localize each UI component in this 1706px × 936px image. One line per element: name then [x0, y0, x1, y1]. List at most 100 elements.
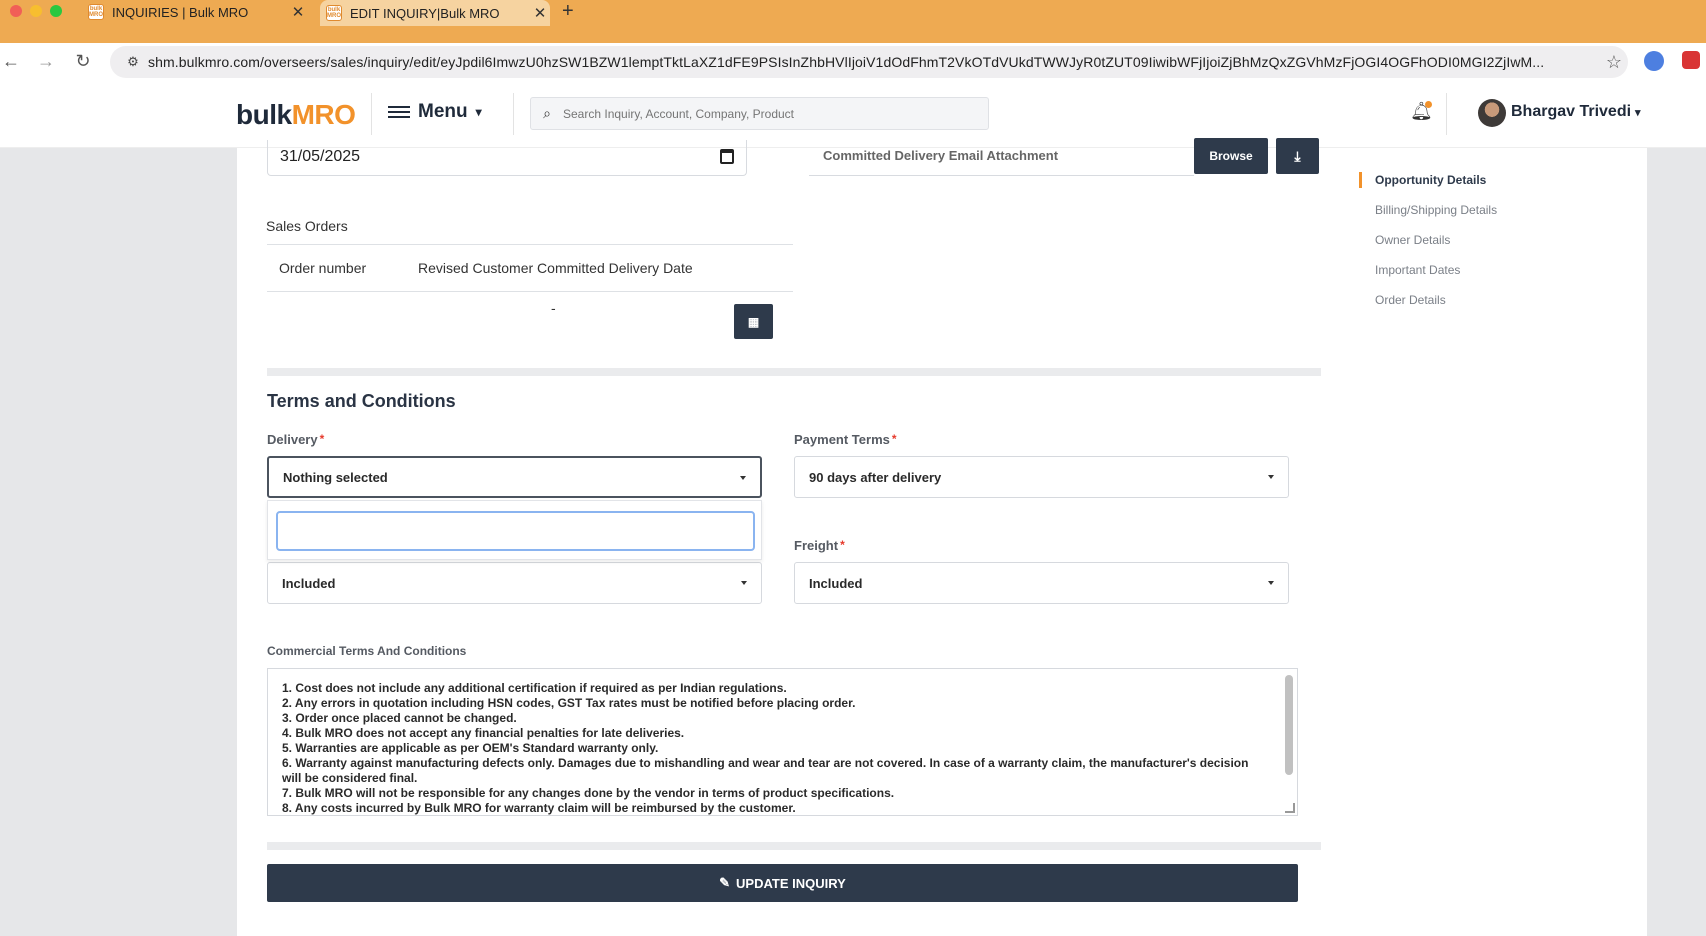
bulkmro-logo[interactable]: bulkMRO [236, 99, 356, 131]
logo-bulk-text: bulk [236, 99, 292, 130]
delivery-select[interactable]: Nothing selected [267, 456, 762, 498]
term-line: 3. Order once placed cannot be changed. [282, 711, 517, 725]
search-icon: ⌕ [543, 105, 551, 121]
inquiry-form-card: 31/05/2025 Committed Delivery Email Atta… [237, 138, 1647, 936]
logo-mro-text: MRO [291, 99, 356, 130]
date-value: 31/05/2025 [280, 148, 361, 165]
required-asterisk: * [891, 432, 897, 446]
term-line: 5. Warranties are applicable as per OEM'… [282, 741, 659, 755]
browser-nav-bar: ← → ↻ ⚙ shm.bulkmro.com/overseers/sales/… [0, 43, 1706, 79]
header-divider [513, 93, 514, 135]
avatar[interactable] [1478, 99, 1506, 127]
section-side-nav: Opportunity Details Billing/Shipping Det… [1359, 172, 1559, 322]
attachment-file-input[interactable]: Committed Delivery Email Attachment [809, 140, 1194, 176]
site-settings-icon[interactable]: ⚙ [118, 54, 148, 70]
download-button[interactable]: ⤓ [1276, 138, 1319, 174]
included-select[interactable]: Included [267, 562, 762, 604]
calendar-button[interactable]: ▦ [734, 304, 773, 339]
chevron-down-icon: ▾ [1635, 106, 1641, 119]
delivery-select-value: Nothing selected [283, 469, 388, 485]
update-inquiry-label: UPDATE INQUIRY [736, 875, 846, 891]
browser-tab-bar: bulk MRO INQUIRIES | Bulk MRO ✕ bulk MRO… [0, 0, 1706, 43]
term-line: 1. Cost does not include any additional … [282, 681, 787, 695]
download-icon: ⤓ [1294, 147, 1301, 164]
tab-close-icon[interactable]: ✕ [530, 4, 550, 22]
app-header: bulkMRO Menu ▾ ⌕ 🔔︎ Bhargav Trivedi ▾ [0, 79, 1706, 148]
divider [267, 291, 793, 292]
notification-dot [1425, 101, 1432, 108]
browse-button[interactable]: Browse [1194, 138, 1268, 174]
committed-delivery-date-input[interactable]: 31/05/2025 [267, 140, 747, 176]
freight-select[interactable]: Included [794, 562, 1289, 604]
payment-terms-label: Payment Terms * [794, 432, 897, 447]
term-line: 6. Warranty against manufacturing defect… [282, 756, 1249, 785]
extension-icon[interactable] [1644, 51, 1664, 71]
side-nav-order-details[interactable]: Order Details [1359, 292, 1559, 322]
hamburger-icon [388, 105, 410, 119]
new-tab-button[interactable]: + [562, 0, 574, 24]
extension-icon[interactable] [1682, 51, 1700, 69]
dropdown-search-input[interactable] [276, 511, 755, 551]
term-line: 8. Any costs incurred by Bulk MRO for wa… [282, 801, 796, 815]
term-line: 7. Bulk MRO will not be responsible for … [282, 786, 895, 800]
payment-terms-value: 90 days after delivery [809, 469, 942, 485]
window-maximize-button[interactable] [50, 5, 62, 17]
resize-handle-icon[interactable] [1285, 803, 1295, 813]
global-search[interactable]: ⌕ [530, 97, 989, 130]
section-title: Terms and Conditions [267, 391, 456, 411]
browser-tab-inquiries[interactable]: bulk MRO INQUIRIES | Bulk MRO ✕ [88, 0, 308, 24]
notification-bell-icon[interactable]: 🔔︎ [1410, 101, 1433, 123]
required-asterisk: * [840, 538, 845, 552]
browse-label: Browse [1209, 149, 1253, 163]
reload-icon[interactable]: ↻ [72, 50, 94, 72]
header-divider [1446, 93, 1447, 135]
order-row-value: - [551, 300, 556, 316]
forward-arrow-icon[interactable]: → [35, 50, 57, 72]
scrollbar-thumb[interactable] [1285, 675, 1293, 775]
commercial-terms-textarea[interactable]: 1. Cost does not include any additional … [267, 668, 1298, 816]
user-menu[interactable]: Bhargav Trivedi ▾ [1511, 103, 1641, 121]
update-inquiry-button[interactable]: ✎ UPDATE INQUIRY [267, 864, 1298, 902]
freight-select-value: Included [809, 575, 863, 591]
caret-down-icon [1268, 475, 1274, 479]
window-minimize-button[interactable] [30, 5, 42, 17]
tab-close-icon[interactable]: ✕ [288, 3, 308, 21]
calendar-icon[interactable] [720, 149, 734, 164]
bookmark-star-icon[interactable]: ☆ [1606, 52, 1622, 73]
section-divider [267, 368, 1321, 376]
edit-icon: ✎ [719, 875, 731, 890]
divider [267, 244, 793, 245]
window-close-button[interactable] [10, 5, 22, 17]
side-nav-opportunity-details[interactable]: Opportunity Details [1359, 172, 1559, 202]
freight-label: Freight * [794, 538, 845, 553]
menu-button[interactable]: Menu ▾ [388, 101, 482, 123]
column-header-revised-date: Revised Customer Committed Delivery Date [418, 260, 693, 276]
side-nav-important-dates[interactable]: Important Dates [1359, 262, 1559, 292]
browser-tab-edit-inquiry[interactable]: bulk MRO EDIT INQUIRY|Bulk MRO ✕ [320, 0, 550, 26]
term-line: 4. Bulk MRO does not accept any financia… [282, 726, 685, 740]
section-divider [267, 842, 1321, 850]
caret-down-icon [740, 476, 746, 480]
column-header-order-number: Order number [279, 260, 367, 276]
side-nav-owner-details[interactable]: Owner Details [1359, 232, 1559, 262]
header-divider [371, 93, 372, 135]
included-select-value: Included [282, 575, 336, 591]
search-input[interactable] [563, 106, 983, 121]
caret-down-icon [741, 581, 747, 585]
back-arrow-icon[interactable]: ← [0, 50, 22, 72]
bulkmro-favicon-icon: bulk MRO [326, 5, 342, 21]
tab-title: EDIT INQUIRY|Bulk MRO [350, 5, 500, 21]
chevron-down-icon: ▾ [475, 105, 482, 119]
required-asterisk: * [319, 432, 325, 446]
term-line: 2. Any errors in quotation including HSN… [282, 696, 856, 710]
address-bar[interactable]: ⚙ shm.bulkmro.com/overseers/sales/inquir… [110, 46, 1628, 78]
sales-orders-title: Sales Orders [266, 218, 348, 234]
payment-terms-select[interactable]: 90 days after delivery [794, 456, 1289, 498]
side-nav-billing-shipping-details[interactable]: Billing/Shipping Details [1359, 202, 1559, 232]
caret-down-icon [1268, 581, 1274, 585]
delivery-dropdown-panel [267, 500, 762, 560]
bulkmro-favicon-icon: bulk MRO [88, 4, 104, 20]
url-text: shm.bulkmro.com/overseers/sales/inquiry/… [148, 54, 1545, 70]
menu-label: Menu [418, 101, 468, 122]
commercial-terms-label: Commercial Terms And Conditions [267, 644, 467, 658]
